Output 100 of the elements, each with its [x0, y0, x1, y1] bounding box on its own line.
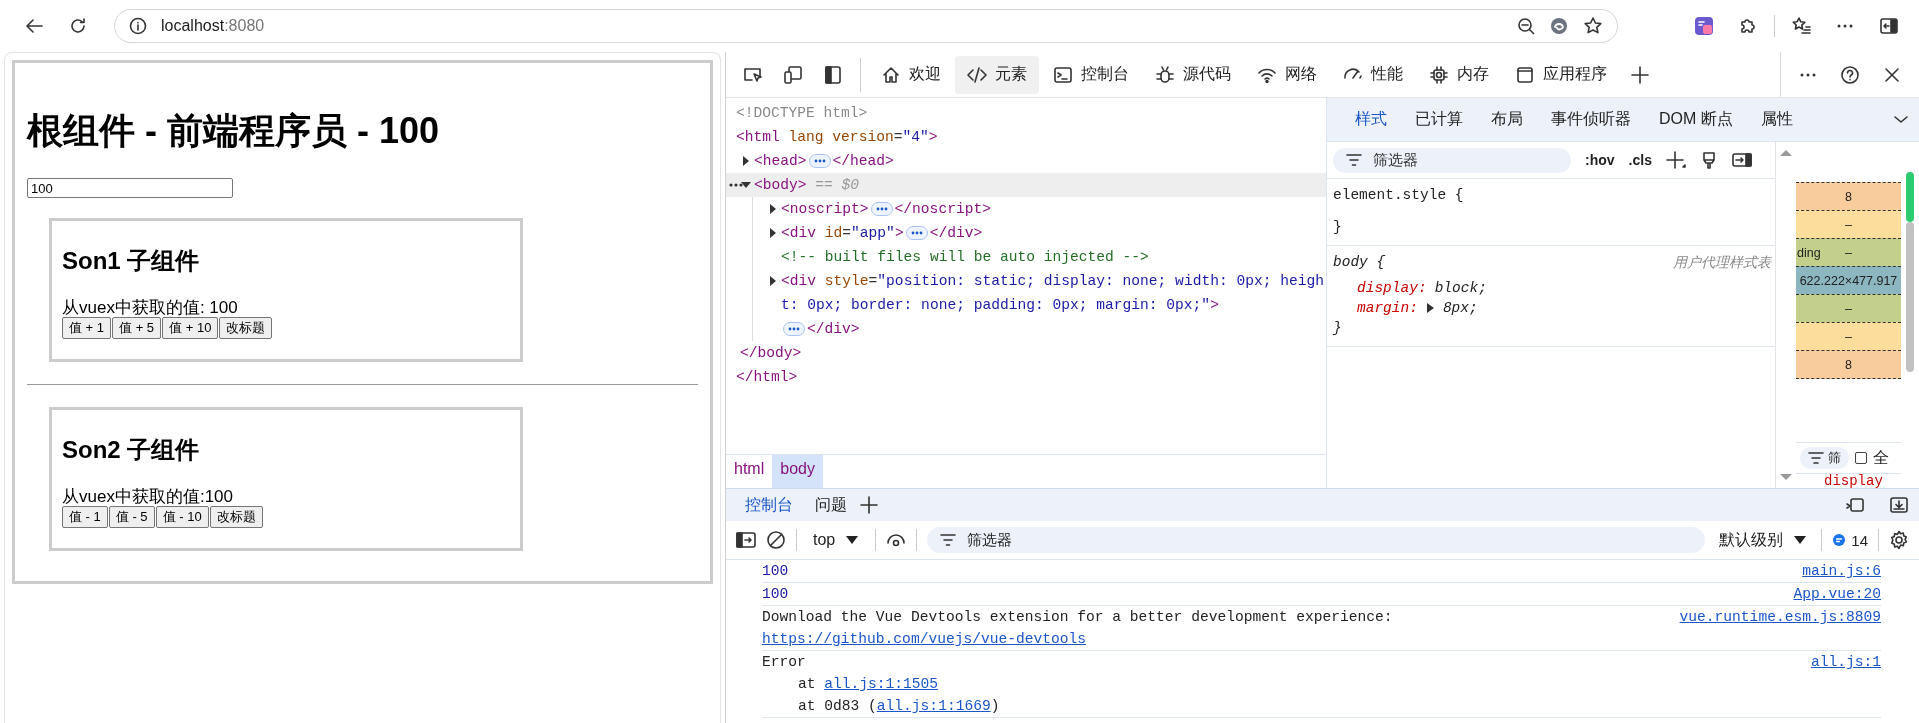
styles-tab[interactable]: 事件侦听器: [1537, 98, 1645, 141]
toggle-button[interactable]: :hov: [1585, 152, 1615, 168]
code-icon: [967, 64, 987, 85]
closing-tag: </head>: [832, 153, 894, 169]
css-selector: body {: [1333, 253, 1386, 272]
console-message: 100: [762, 585, 789, 604]
filter-field[interactable]: 筛选器: [927, 527, 1706, 553]
action-button[interactable]: 改标题: [219, 317, 273, 339]
dock-icon[interactable]: [1845, 495, 1865, 515]
layer-value: 622.222×477.917: [1799, 273, 1898, 288]
star-list-icon: [1791, 16, 1811, 36]
layer-value: –: [1845, 245, 1852, 260]
filter-field[interactable]: 筛: [1800, 447, 1849, 469]
action-button[interactable]: 改标题: [209, 506, 263, 528]
level-dropdown[interactable]: 默认级别: [1715, 529, 1812, 551]
reload-icon: [68, 16, 88, 36]
expand-arrow-icon[interactable]: [1425, 302, 1435, 314]
css-value: block;: [1434, 279, 1487, 298]
scroll-down-icon[interactable]: [1779, 472, 1793, 482]
plus-icon[interactable]: [1665, 151, 1686, 169]
action-button[interactable]: 值 + 10: [162, 317, 219, 339]
breadcrumb[interactable]: body: [772, 455, 823, 488]
action-button[interactable]: 值 + 5: [112, 317, 162, 339]
drawer-tab[interactable]: 问题: [806, 489, 856, 521]
swirl-icon[interactable]: [1549, 16, 1569, 36]
devtools-tab[interactable]: 性能: [1331, 55, 1415, 94]
devtools-tab[interactable]: 欢迎: [869, 55, 953, 94]
link[interactable]: all.js:1:1505: [824, 676, 939, 692]
action-button[interactable]: 值 - 1: [62, 506, 108, 528]
ellipsis-icon[interactable]: [783, 322, 805, 337]
html-tag[interactable]: <body>: [754, 173, 807, 197]
devtools-tab[interactable]: 应用程序: [1503, 55, 1619, 94]
html-tag[interactable]: <html lang version="4">: [736, 129, 938, 145]
devtools-tab[interactable]: 内存: [1417, 55, 1501, 94]
html-tag[interactable]: <div id="app">: [781, 221, 904, 245]
source-link[interactable]: main.js:6: [1802, 560, 1881, 582]
value-input[interactable]: 100: [27, 178, 233, 198]
styles-tab[interactable]: 样式: [1341, 98, 1401, 141]
html-tag[interactable]: <noscript>: [781, 197, 869, 221]
closing-tag: </noscript>: [894, 201, 991, 217]
checkbox[interactable]: [1855, 452, 1867, 464]
html-tag[interactable]: <head>: [754, 149, 807, 173]
css-brace: }: [1333, 320, 1342, 336]
link[interactable]: https://github.com/vuejs/vue-devtools: [762, 631, 1087, 647]
more-icon[interactable]: [729, 183, 743, 187]
devtools-tab[interactable]: 元素: [955, 55, 1039, 94]
terminal-icon: [1053, 64, 1073, 85]
toggle-button[interactable]: .cls: [1628, 152, 1652, 168]
sidebar-toggle-icon[interactable]: [1731, 151, 1752, 169]
source-link[interactable]: App.vue:20: [1793, 583, 1881, 605]
back-arrow-icon: [24, 16, 44, 36]
action-button[interactable]: 值 - 5: [108, 506, 155, 528]
ellipsis-icon[interactable]: [905, 226, 928, 241]
zoom-out-icon[interactable]: [1517, 17, 1535, 35]
sidebar-icon: [1879, 16, 1899, 36]
html-tag[interactable]: <div style="position: static; display: none; width: 0px; height: 0px; border: none; padding: 0px; margin: 0px;">: [781, 269, 1326, 317]
styles-tab[interactable]: 已计算: [1401, 98, 1477, 141]
context-dropdown[interactable]: top: [807, 531, 866, 549]
source-link[interactable]: all.js:1: [1810, 651, 1881, 717]
source-link[interactable]: vue.runtime.esm.js:8809: [1679, 606, 1881, 650]
ellipsis-icon[interactable]: [870, 202, 893, 217]
child-heading: Son2 子组件: [62, 435, 200, 465]
clear-icon[interactable]: [766, 530, 786, 550]
checkbox-label: 全: [1873, 447, 1889, 468]
message-count[interactable]: 14: [1832, 531, 1868, 549]
layer-value: 8: [1845, 189, 1852, 204]
css-value: 8px;: [1442, 299, 1478, 318]
drawer-tab[interactable]: 控制台: [736, 489, 802, 521]
breadcrumb[interactable]: html: [726, 455, 773, 488]
styles-tab[interactable]: 属性: [1746, 98, 1807, 141]
link[interactable]: all.js:1:1669: [876, 698, 991, 714]
collapse-drawer-icon[interactable]: [1889, 495, 1909, 515]
devtools-tab[interactable]: 源代码: [1143, 55, 1243, 94]
css-selector: element.style {: [1333, 186, 1464, 205]
scroll-up-icon[interactable]: [1779, 148, 1793, 158]
star-icon[interactable]: [1583, 16, 1603, 36]
action-button[interactable]: 值 - 10: [155, 506, 209, 528]
styles-tab[interactable]: DOM 断点: [1645, 98, 1747, 141]
scrollbar-thumb[interactable]: [1906, 222, 1914, 372]
panel-icon: [823, 64, 843, 85]
filter-icon: [1808, 450, 1824, 466]
bug-icon: [1155, 64, 1175, 85]
device-icon: [783, 64, 803, 85]
action-button[interactable]: 值 + 1: [62, 317, 112, 339]
devtools-tab[interactable]: 控制台: [1041, 55, 1141, 94]
styles-tab[interactable]: 布局: [1477, 98, 1537, 141]
stack-trace-line: at all.js:1:1505: [798, 676, 939, 692]
filter-field[interactable]: 筛选器: [1333, 147, 1571, 173]
html-comment: <!-- built files will be auto injected -->: [781, 249, 1149, 265]
devtools-tab[interactable]: 网络: [1245, 55, 1329, 94]
plus-icon[interactable]: [860, 496, 878, 514]
settings-icon[interactable]: [1889, 530, 1909, 550]
doctype-text: <!DOCTYPE html>: [736, 105, 868, 121]
css-brace: }: [1333, 219, 1342, 235]
css-property: display: [1824, 474, 1883, 488]
sidebar-toggle-icon[interactable]: [736, 530, 756, 550]
ellipsis-icon[interactable]: [808, 154, 831, 169]
console-message: Error: [762, 653, 807, 672]
more-icon: [1800, 72, 1816, 77]
value-text: 从vuex中获取的值: 100: [62, 299, 238, 317]
